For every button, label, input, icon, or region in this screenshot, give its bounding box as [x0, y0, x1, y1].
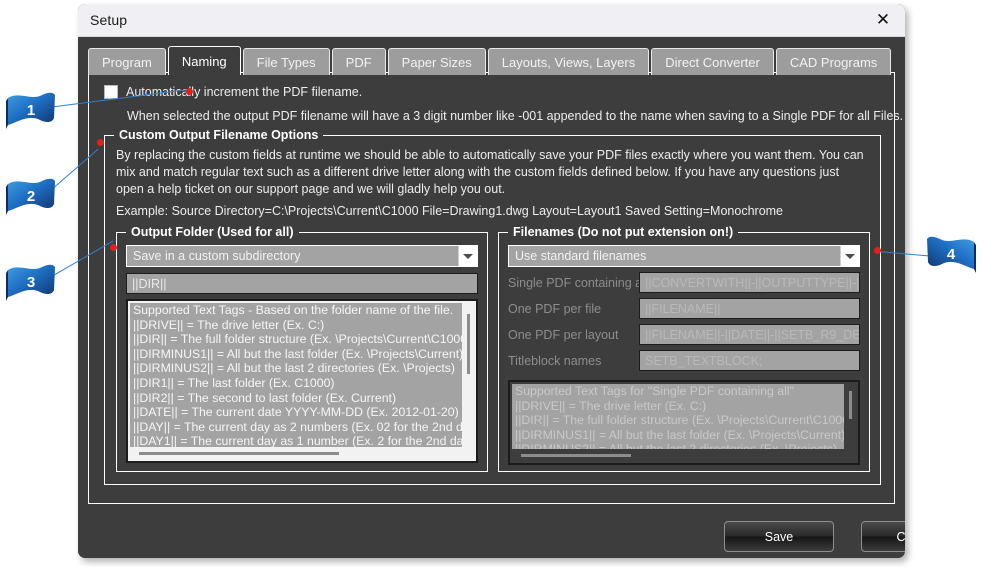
- list-item: ||DRIVE|| = The drive letter (Ex. C:): [515, 398, 707, 413]
- callout-number-1: 1: [26, 102, 36, 119]
- output-folder-group: Output Folder (Used for all) Save in a c…: [116, 225, 488, 472]
- list-item: ||DAY|| = The current day as 2 numbers (…: [133, 419, 462, 434]
- vertical-scrollbar[interactable]: [844, 383, 857, 449]
- horizontal-scrollbar[interactable]: [511, 449, 844, 462]
- filenames-dropdown[interactable]: Use standard filenames: [508, 245, 860, 267]
- callout-dot-4: [874, 247, 881, 254]
- callout-dot-1: [186, 88, 193, 95]
- output-folder-dropdown-value: Save in a custom subdirectory: [133, 249, 301, 263]
- scrollbar-corner: [844, 449, 857, 462]
- callout-dot-2: [97, 139, 104, 146]
- titleblock-names-label: Titleblock names: [508, 354, 602, 368]
- callout-number-4: 4: [946, 246, 956, 263]
- one-pdf-per-layout-value: ||FILENAME||-||DATE||-||SETB_R9_DESCRIPT…: [645, 327, 860, 342]
- output-folder-tags-list: Supported Text Tags - Based on the folde…: [130, 303, 462, 447]
- one-pdf-per-file-value: ||FILENAME||: [645, 301, 721, 316]
- output-folder-path-input[interactable]: ||DIR||: [126, 273, 478, 294]
- setup-dialog-window: Setup ✕ Program Naming File Types PDF Pa…: [78, 4, 905, 558]
- list-item: ||DATE|| = The current date YYYY-MM-DD (…: [133, 405, 459, 420]
- list-item: ||DIRMINUS1|| = All but the last folder …: [515, 427, 844, 442]
- close-icon[interactable]: ✕: [861, 5, 905, 36]
- scrollbar-thumb[interactable]: [849, 391, 852, 419]
- titleblock-names-input[interactable]: SETB_TEXTBLOCK;: [639, 350, 860, 371]
- output-folder-legend: Output Folder (Used for all): [126, 225, 299, 239]
- callout-dot-3: [110, 244, 117, 251]
- one-pdf-per-file-label: One PDF per file: [508, 302, 602, 316]
- scrollbar-thumb[interactable]: [467, 314, 470, 374]
- list-item: ||DIR2|| = The second to last folder (Ex…: [133, 390, 397, 405]
- chevron-down-icon[interactable]: [458, 246, 477, 266]
- window-title: Setup: [90, 12, 128, 28]
- output-folder-tags-listbox[interactable]: Supported Text Tags - Based on the folde…: [126, 299, 478, 463]
- output-folder-dropdown[interactable]: Save in a custom subdirectory: [126, 245, 478, 267]
- cancel-button[interactable]: Cancel: [861, 521, 905, 552]
- list-item: Supported Text Tags - Based on the folde…: [133, 303, 454, 317]
- list-item: ||DAY1|| = The current day as 1 number (…: [133, 434, 462, 447]
- list-item: ||DRIVE|| = The drive letter (Ex. C:): [133, 317, 325, 332]
- list-item: ||DIRMINUS2|| = All but the last 2 direc…: [512, 442, 844, 449]
- auto-increment-note: When selected the output PDF filename wi…: [127, 109, 904, 123]
- callout-flag-2: 2: [5, 178, 57, 218]
- custom-output-blurb: By replacing the custom fields at runtim…: [116, 148, 864, 196]
- tab-strip: Program Naming File Types PDF Paper Size…: [88, 45, 905, 75]
- filenames-legend: Filenames (Do not put extension on!): [508, 225, 739, 239]
- custom-output-filename-group: Custom Output Filename Options By replac…: [104, 128, 881, 485]
- filenames-dropdown-value: Use standard filenames: [515, 249, 647, 263]
- tab-naming[interactable]: Naming: [167, 46, 241, 75]
- list-item: Supported Text Tags for "Single PDF cont…: [515, 384, 794, 398]
- list-item: ||DIR|| = The full folder structure (Ex.…: [515, 413, 844, 428]
- auto-increment-checkbox[interactable]: [104, 85, 118, 99]
- save-button[interactable]: Save: [724, 521, 834, 552]
- custom-output-filename-legend: Custom Output Filename Options: [114, 128, 324, 142]
- filenames-tags-listbox[interactable]: Supported Text Tags for "Single PDF cont…: [508, 380, 860, 465]
- single-pdf-label: Single PDF containing all: [508, 276, 648, 290]
- custom-output-example: Example: Source Directory=C:\Projects\Cu…: [116, 204, 784, 218]
- titleblock-names-value: SETB_TEXTBLOCK;: [645, 353, 763, 368]
- callout-flag-3: 3: [5, 264, 57, 304]
- single-pdf-input[interactable]: ||CONVERTWITH||-||OUTPUTTYPE||-||SETTING: [639, 272, 860, 293]
- one-pdf-per-layout-label: One PDF per layout: [508, 328, 619, 342]
- callout-number-3: 3: [26, 274, 36, 291]
- list-item: ||DIRMINUS2|| = All but the last 2 direc…: [133, 361, 456, 376]
- callout-flag-1: 1: [5, 92, 57, 132]
- tab-cad-programs[interactable]: CAD Programs: [775, 48, 892, 75]
- list-item: ||DIR1|| = The last folder (Ex. C1000): [133, 375, 335, 390]
- output-folder-path-value: ||DIR||: [132, 276, 167, 291]
- tab-layouts-views-layers[interactable]: Layouts, Views, Layers: [487, 48, 650, 75]
- tab-file-types[interactable]: File Types: [242, 48, 330, 75]
- chevron-down-icon[interactable]: [840, 246, 859, 266]
- scrollbar-thumb[interactable]: [139, 452, 339, 455]
- single-pdf-value: ||CONVERTWITH||-||OUTPUTTYPE||-||SETTING: [645, 275, 860, 290]
- auto-increment-row[interactable]: Automatically increment the PDF filename…: [104, 85, 362, 99]
- tab-program[interactable]: Program: [88, 48, 166, 75]
- callout-flag-4: 4: [925, 236, 977, 276]
- tab-direct-converter[interactable]: Direct Converter: [651, 48, 774, 75]
- one-pdf-per-layout-input[interactable]: ||FILENAME||-||DATE||-||SETB_R9_DESCRIPT…: [639, 324, 860, 345]
- scrollbar-thumb[interactable]: [521, 454, 631, 457]
- title-bar: Setup ✕: [78, 4, 905, 37]
- horizontal-scrollbar[interactable]: [129, 447, 462, 460]
- callout-number-2: 2: [26, 188, 36, 205]
- scrollbar-corner: [462, 447, 475, 460]
- tab-paper-sizes[interactable]: Paper Sizes: [387, 48, 486, 75]
- naming-tab-panel: Automatically increment the PDF filename…: [88, 72, 903, 504]
- vertical-scrollbar[interactable]: [462, 302, 475, 447]
- filenames-group: Filenames (Do not put extension on!) Use…: [498, 225, 870, 472]
- tab-pdf[interactable]: PDF: [331, 48, 386, 75]
- list-item: ||DIRMINUS1|| = All but the last folder …: [133, 346, 462, 361]
- one-pdf-per-file-input[interactable]: ||FILENAME||: [639, 298, 860, 319]
- filenames-tags-list: Supported Text Tags for "Single PDF cont…: [512, 384, 844, 449]
- list-item: ||DIR|| = The full folder structure (Ex.…: [133, 332, 462, 347]
